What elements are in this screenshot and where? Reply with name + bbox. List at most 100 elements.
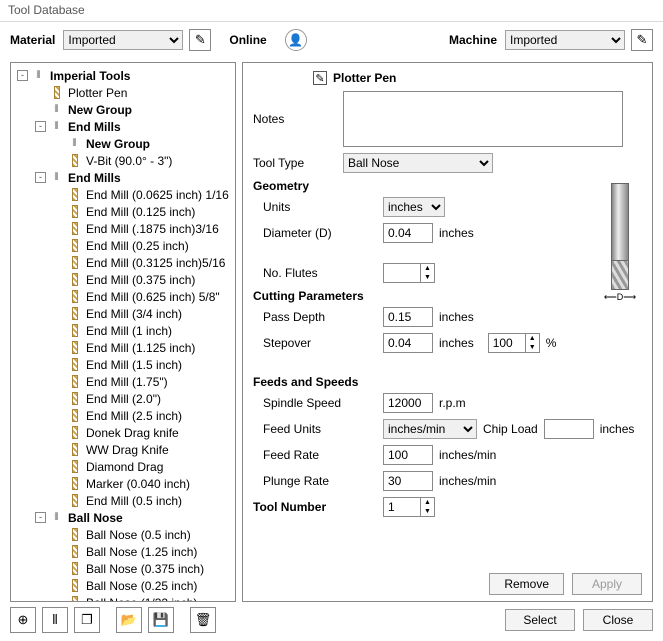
tree-item[interactable]: Ball Nose (1.25 inch) bbox=[13, 543, 235, 560]
stepover-field[interactable] bbox=[383, 333, 433, 353]
delete-button[interactable]: 🗑 bbox=[190, 607, 216, 633]
toolno-field[interactable] bbox=[384, 498, 420, 516]
apply-button: Apply bbox=[572, 573, 642, 595]
tree-item-label: Ball Nose (1.25 inch) bbox=[86, 545, 197, 559]
open-button[interactable]: 📂 bbox=[116, 607, 142, 633]
tree-item[interactable]: End Mill (1.75") bbox=[13, 373, 235, 390]
material-select[interactable]: Imported bbox=[63, 30, 183, 50]
save-button[interactable]: 💾 bbox=[148, 607, 174, 633]
tree-item[interactable]: End Mill (0.3125 inch)5/16 bbox=[13, 254, 235, 271]
tree-item-label: Ball Nose (0.375 inch) bbox=[86, 562, 204, 576]
spindle-field[interactable] bbox=[383, 393, 433, 413]
tree-item[interactable]: ⦀New Group bbox=[13, 101, 235, 118]
tree-item[interactable]: Donek Drag knife bbox=[13, 424, 235, 441]
tree-item[interactable]: Diamond Drag bbox=[13, 458, 235, 475]
tree-item[interactable]: End Mill (3/4 inch) bbox=[13, 305, 235, 322]
notes-label: Notes bbox=[253, 112, 343, 126]
plunge-field[interactable] bbox=[383, 471, 433, 491]
tool-tree: -⦀Imperial ToolsPlotter Pen⦀New Group-⦀E… bbox=[10, 62, 236, 602]
tree-item[interactable]: End Mill (.1875 inch)3/16 bbox=[13, 220, 235, 237]
endmill-icon bbox=[67, 273, 82, 287]
tree-item[interactable]: End Mill (1 inch) bbox=[13, 322, 235, 339]
up-arrow-icon[interactable]: ▲ bbox=[421, 264, 434, 273]
tool-enabled-checkbox[interactable]: ✎ bbox=[313, 71, 327, 85]
tree-item-label: End Mill (1.75") bbox=[86, 375, 168, 389]
stepover-unit: inches bbox=[439, 336, 474, 350]
chipload-field[interactable] bbox=[544, 419, 594, 439]
toolno-label: Tool Number bbox=[253, 500, 353, 514]
up-arrow-icon[interactable]: ▲ bbox=[421, 498, 434, 507]
tree-item[interactable]: Ball Nose (0.375 inch) bbox=[13, 560, 235, 577]
endmill-icon bbox=[67, 596, 82, 602]
remove-button[interactable]: Remove bbox=[489, 573, 564, 595]
tree-item-label: End Mill (0.625 inch) 5/8" bbox=[86, 290, 220, 304]
geometry-header: Geometry bbox=[253, 179, 642, 193]
endmill-icon bbox=[67, 188, 82, 202]
window-title: Tool Database bbox=[0, 0, 663, 22]
diameter-field[interactable] bbox=[383, 223, 433, 243]
passdepth-field[interactable] bbox=[383, 307, 433, 327]
up-arrow-icon[interactable]: ▲ bbox=[526, 334, 539, 343]
tree-item[interactable]: End Mill (0.125 inch) bbox=[13, 203, 235, 220]
new-tool-button[interactable]: ⊕ bbox=[10, 607, 36, 633]
feedunits-select[interactable]: inches/min bbox=[383, 419, 477, 439]
collapse-icon[interactable]: - bbox=[35, 512, 46, 523]
tree-item[interactable]: Marker (0.040 inch) bbox=[13, 475, 235, 492]
collapse-icon[interactable]: - bbox=[35, 172, 46, 183]
feedrate-field[interactable] bbox=[383, 445, 433, 465]
tree-item[interactable]: Plotter Pen bbox=[13, 84, 235, 101]
tree-item-label: Ball Nose (0.5 inch) bbox=[86, 528, 191, 542]
endmill-icon bbox=[67, 324, 82, 338]
endmill-icon bbox=[67, 205, 82, 219]
collapse-icon[interactable]: - bbox=[35, 121, 46, 132]
tree-item[interactable]: Ball Nose (1/32 inch) bbox=[13, 594, 235, 601]
online-account-button[interactable]: 👤 bbox=[285, 29, 307, 51]
copy-button[interactable]: ❐ bbox=[74, 607, 100, 633]
machine-select[interactable]: Imported bbox=[505, 30, 625, 50]
tree-item[interactable]: End Mill (2.5 inch) bbox=[13, 407, 235, 424]
tree-item[interactable]: End Mill (0.375 inch) bbox=[13, 271, 235, 288]
noflutes-stepper[interactable]: ▲▼ bbox=[383, 263, 435, 283]
new-group-button[interactable]: ⦀ bbox=[42, 607, 68, 633]
tree-item[interactable]: -⦀Imperial Tools bbox=[13, 67, 235, 84]
stepover-pct-field[interactable] bbox=[489, 334, 525, 352]
pencil-icon: ✎ bbox=[637, 32, 648, 48]
notes-field[interactable] bbox=[343, 91, 623, 147]
tree-item[interactable]: End Mill (1.125 inch) bbox=[13, 339, 235, 356]
tree-item[interactable]: -⦀Ball Nose bbox=[13, 509, 235, 526]
tool-tree-scroll[interactable]: -⦀Imperial ToolsPlotter Pen⦀New Group-⦀E… bbox=[11, 63, 235, 601]
tree-item-label: Ball Nose (1/32 inch) bbox=[86, 596, 197, 602]
down-arrow-icon[interactable]: ▼ bbox=[421, 507, 434, 516]
tree-item[interactable]: ⦀New Group bbox=[13, 135, 235, 152]
endmill-icon bbox=[67, 443, 82, 457]
tree-item[interactable]: Ball Nose (0.5 inch) bbox=[13, 526, 235, 543]
plus-circle-icon: ⊕ bbox=[18, 612, 29, 628]
down-arrow-icon[interactable]: ▼ bbox=[421, 273, 434, 282]
stepover-pct-stepper[interactable]: ▲▼ bbox=[488, 333, 540, 353]
toolno-stepper[interactable]: ▲▼ bbox=[383, 497, 435, 517]
tree-item[interactable]: End Mill (0.5 inch) bbox=[13, 492, 235, 509]
tree-item[interactable]: V-Bit (90.0° - 3") bbox=[13, 152, 235, 169]
tree-item-label: V-Bit (90.0° - 3") bbox=[86, 154, 172, 168]
tree-item[interactable]: End Mill (0.25 inch) bbox=[13, 237, 235, 254]
noflutes-field[interactable] bbox=[384, 264, 420, 282]
edit-machine-button[interactable]: ✎ bbox=[631, 29, 653, 51]
tree-item[interactable]: End Mill (0.0625 inch) 1/16 bbox=[13, 186, 235, 203]
units-select[interactable]: inches bbox=[383, 197, 445, 217]
tree-item[interactable]: End Mill (2.0") bbox=[13, 390, 235, 407]
tree-item[interactable]: WW Drag Knife bbox=[13, 441, 235, 458]
down-arrow-icon[interactable]: ▼ bbox=[526, 343, 539, 352]
tree-item[interactable]: End Mill (0.625 inch) 5/8" bbox=[13, 288, 235, 305]
edit-material-button[interactable]: ✎ bbox=[189, 29, 211, 51]
tooltype-select[interactable]: Ball Nose bbox=[343, 153, 493, 173]
tree-item[interactable]: Ball Nose (0.25 inch) bbox=[13, 577, 235, 594]
spindle-label: Spindle Speed bbox=[253, 396, 353, 410]
tree-item[interactable]: -⦀End Mills bbox=[13, 118, 235, 135]
collapse-icon[interactable]: - bbox=[17, 70, 28, 81]
stepover-label: Stepover bbox=[253, 336, 353, 350]
tool-group-icon: ⦀ bbox=[49, 120, 64, 134]
tree-item[interactable]: End Mill (1.5 inch) bbox=[13, 356, 235, 373]
select-button[interactable]: Select bbox=[505, 609, 575, 631]
tree-item[interactable]: -⦀End Mills bbox=[13, 169, 235, 186]
close-button[interactable]: Close bbox=[583, 609, 653, 631]
